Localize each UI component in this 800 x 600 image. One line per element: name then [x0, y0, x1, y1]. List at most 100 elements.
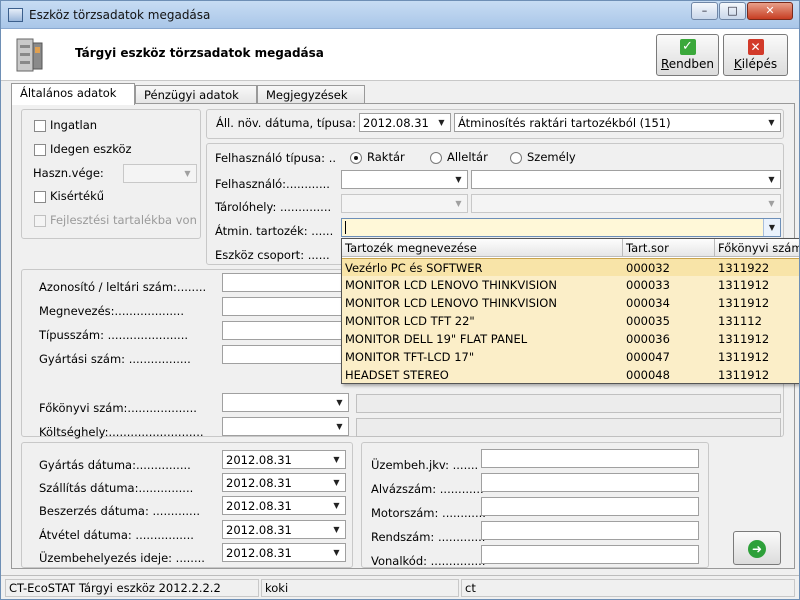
uzembeh-label: Üzembeh.jkv: .......	[371, 458, 479, 472]
exit-button-label: ilépés	[741, 57, 778, 71]
uzembe-date[interactable]: 2012.08.31 ▼	[222, 543, 346, 562]
tipusszam-input[interactable]	[222, 321, 342, 340]
vonalkod-input[interactable]	[481, 545, 699, 564]
list-item[interactable]: MONITOR DELL 19" FLAT PANEL 000036 13119…	[342, 330, 799, 348]
kiserteku-checkbox[interactable]	[34, 191, 46, 203]
atvetel-date[interactable]: 2012.08.31 ▼	[222, 520, 346, 539]
chevron-down-icon: ▼	[184, 169, 191, 178]
azonosito-input[interactable]	[222, 273, 342, 292]
gyartasi-input[interactable]	[222, 345, 342, 364]
chevron-down-icon: ▼	[333, 548, 340, 557]
tab-megjegyzesek[interactable]: Megjegyzések	[257, 85, 365, 104]
col-header-tart[interactable]: Tart.sor	[626, 241, 669, 255]
fejlesztesi-label: Fejlesztési tartalékba von	[50, 213, 197, 227]
motorszam-input[interactable]	[481, 497, 699, 516]
all-nov-label: Áll. növ. dátuma, típusa:	[216, 116, 357, 130]
rendszam-label: Rendszám: .............	[371, 530, 486, 544]
szallitas-label: Szállítás dátuma:...............	[39, 481, 194, 495]
item-fokonyv: 1311912	[718, 368, 770, 382]
dialog-header: Tárgyi eszköz törzsadatok megadása ✓ Ren…	[1, 29, 799, 81]
alleltar-radio[interactable]	[430, 152, 442, 164]
minimize-button[interactable]: –	[691, 2, 718, 20]
item-tart: 000032	[626, 261, 670, 275]
item-tart: 000034	[626, 296, 670, 310]
status-bar: CT-EcoSTAT Tárgyi eszköz 2012.2.2.2 koki…	[1, 575, 799, 599]
szemely-label: Személy	[527, 150, 576, 164]
x-icon: ✕	[747, 39, 764, 55]
item-name: HEADSET STEREO	[345, 368, 449, 382]
user-name-combo[interactable]: ▼	[471, 170, 781, 189]
exit-button[interactable]: ✕ Kilépés	[723, 34, 788, 76]
item-fokonyv: 1311912	[718, 332, 770, 346]
gyartas-label: Gyártás dátuma:...............	[39, 458, 191, 472]
gyartas-date[interactable]: 2012.08.31 ▼	[222, 450, 346, 469]
item-name: MONITOR DELL 19" FLAT PANEL	[345, 332, 528, 346]
beszerzes-date[interactable]: 2012.08.31 ▼	[222, 496, 346, 515]
atvetel-label: Átvétel dátuma: ................	[39, 528, 194, 542]
rendszam-input[interactable]	[481, 521, 699, 540]
close-button[interactable]: ✕	[747, 2, 793, 20]
next-button[interactable]: ➜	[733, 531, 781, 565]
text-cursor	[345, 221, 346, 234]
atmin-combo[interactable]: ▼	[341, 218, 781, 237]
list-item[interactable]: HEADSET STEREO 000048 1311912	[342, 366, 799, 383]
chevron-down-icon: ▼	[333, 501, 340, 510]
col-divider	[714, 239, 715, 257]
status-db: ct	[461, 579, 795, 597]
col-header-name[interactable]: Tartozék megnevezése	[345, 241, 477, 255]
ingatlan-checkbox[interactable]	[34, 120, 46, 132]
szemely-radio[interactable]	[510, 152, 522, 164]
window-title: Eszköz törzsadatok megadása	[29, 8, 211, 22]
alvazszam-input[interactable]	[481, 473, 699, 492]
item-fokonyv: 1311922	[718, 261, 770, 275]
user-code-combo[interactable]: ▼	[341, 170, 468, 189]
all-nov-type-value: Átminosítés raktári tartozékból (151)	[458, 116, 671, 130]
item-tart: 000035	[626, 314, 670, 328]
raktar-label: Raktár	[367, 150, 405, 164]
user-label: Felhasználó:............	[215, 177, 330, 191]
list-item[interactable]: MONITOR TFT-LCD 17" 000047 1311912	[342, 348, 799, 366]
koltseghely-label: Költséghely:..........................	[39, 425, 204, 439]
chevron-down-icon[interactable]: ▼	[763, 219, 780, 236]
item-name: MONITOR LCD LENOVO THINKVISION	[345, 296, 557, 310]
fejlesztesi-checkbox[interactable]	[34, 215, 46, 227]
koltseghely-combo[interactable]: ▼	[222, 417, 349, 436]
megnevezes-input[interactable]	[222, 297, 342, 316]
tab-altalanos[interactable]: Általános adatok	[11, 83, 135, 105]
all-nov-type[interactable]: Átminosítés raktári tartozékból (151) ▼	[454, 113, 781, 132]
list-item[interactable]: MONITOR LCD LENOVO THINKVISION 000034 13…	[342, 294, 799, 312]
maximize-button[interactable]: □	[719, 2, 746, 20]
motorszam-label: Motorszám: ............	[371, 506, 486, 520]
app-window-icon	[8, 8, 23, 22]
tipusszam-label: Típusszám: ......................	[39, 328, 189, 342]
fokonyvi-name	[356, 394, 781, 413]
status-user: koki	[261, 579, 459, 597]
idegen-label: Idegen eszköz	[50, 142, 132, 156]
storage-code-combo[interactable]: ▼	[341, 194, 468, 213]
group-label: Eszköz csoport: ......	[215, 248, 330, 262]
koltseghely-name	[356, 418, 781, 437]
ok-button[interactable]: ✓ Rendben	[656, 34, 719, 76]
hasznvege-combo[interactable]: ▼	[123, 164, 197, 183]
fokonyvi-combo[interactable]: ▼	[222, 393, 349, 412]
list-item[interactable]: MONITOR LCD TFT 22" 000035 131112	[342, 312, 799, 330]
raktar-radio[interactable]	[350, 152, 362, 164]
chevron-down-icon: ▼	[768, 118, 775, 127]
tab-penzugyi[interactable]: Pénzügyi adatok	[135, 85, 257, 104]
list-item[interactable]: Vezérlo PC és SOFTWER 000032 1311922	[342, 258, 799, 276]
item-fokonyv: 131112	[718, 314, 762, 328]
vonalkod-label: Vonalkód: ...............	[371, 554, 486, 568]
uzembeh-input[interactable]	[481, 449, 699, 468]
list-item[interactable]: MONITOR LCD LENOVO THINKVISION 000033 13…	[342, 276, 799, 294]
storage-name-combo[interactable]: ▼	[471, 194, 781, 213]
chevron-down-icon: ▼	[455, 175, 462, 184]
tartozek-dropdown: Tartozék megnevezése Tart.sor Főkönyvi s…	[341, 238, 799, 384]
idegen-checkbox[interactable]	[34, 144, 46, 156]
all-nov-date[interactable]: 2012.08.31 ▼	[359, 113, 451, 132]
gyartasi-label: Gyártási szám: .................	[39, 352, 191, 366]
chevron-down-icon: ▼	[455, 199, 462, 208]
col-header-fokonyv[interactable]: Főkönyvi szám	[718, 241, 799, 255]
szallitas-date[interactable]: 2012.08.31 ▼	[222, 473, 346, 492]
check-icon: ✓	[679, 39, 696, 55]
item-name: MONITOR LCD LENOVO THINKVISION	[345, 278, 557, 292]
